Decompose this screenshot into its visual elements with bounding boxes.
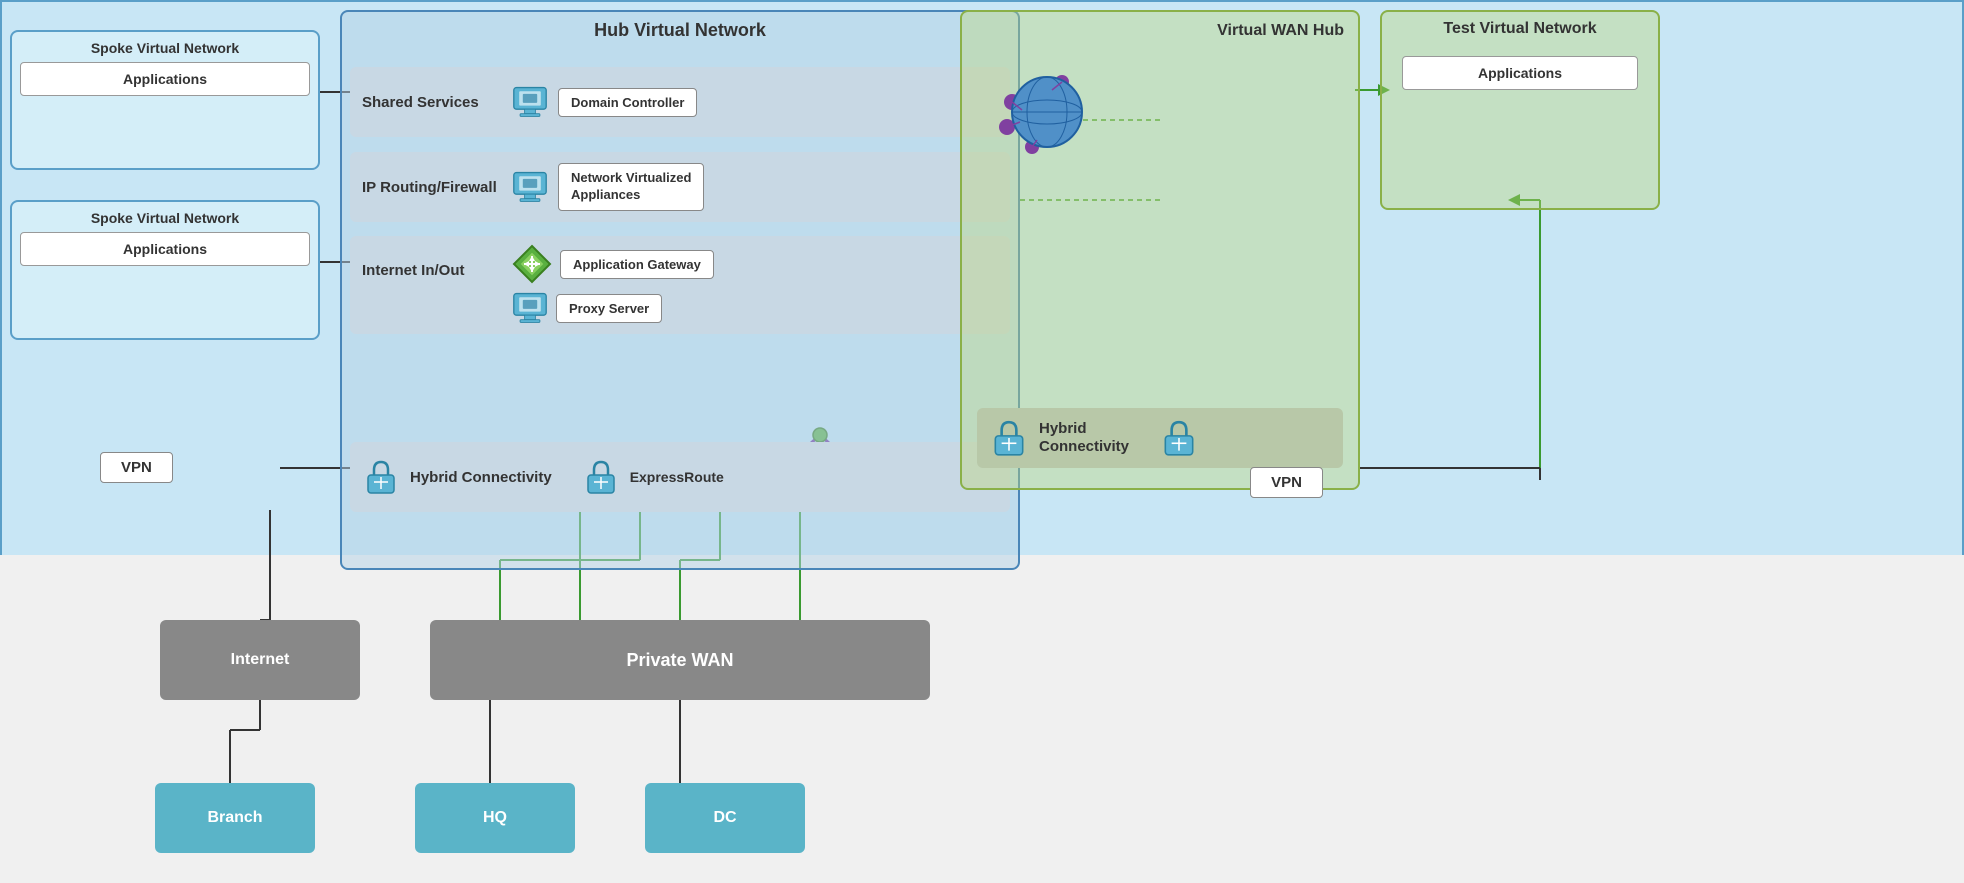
vpn-box-left: VPN <box>100 452 173 483</box>
monitor-icon-1 <box>512 84 548 120</box>
hq-node: HQ <box>415 783 575 853</box>
monitor-icon-3 <box>512 290 548 326</box>
lock-icon-hub <box>362 458 400 496</box>
wan-hybrid-label: HybridConnectivity <box>1039 420 1129 456</box>
spoke-vnet-2: Spoke Virtual Network Applications <box>10 200 320 340</box>
shared-services-label: Shared Services <box>362 94 502 111</box>
monitor-icon-2 <box>512 169 548 205</box>
internet-box: Internet <box>160 620 360 700</box>
spoke-vnet-1-app: Applications <box>20 62 310 96</box>
hub-row-hybrid: Hybrid Connectivity ExpressRoute <box>350 442 1010 512</box>
vpn-box-wan: VPN <box>1250 467 1323 498</box>
nva-text: Network VirtualizedAppliances <box>571 170 691 204</box>
wan-hybrid-row: HybridConnectivity VPN <box>977 408 1343 468</box>
application-gateway-box: Application Gateway <box>560 250 714 279</box>
test-vnet-title: Test Virtual Network <box>1382 12 1658 46</box>
dc-node: DC <box>645 783 805 853</box>
test-vnet-app-box: Applications <box>1402 56 1638 90</box>
ip-routing-label: IP Routing/Firewall <box>362 179 502 196</box>
expressroute-icon <box>582 458 620 496</box>
spoke-vnet-1-title: Spoke Virtual Network <box>20 40 310 56</box>
private-wan-box: Private WAN <box>430 620 930 700</box>
hub-row-internet-inout: Internet In/Out Application <box>350 236 1010 334</box>
hub-hybrid-label: Hybrid Connectivity <box>410 469 552 486</box>
branch-node: Branch <box>155 783 315 853</box>
globe-icon <box>992 62 1092 162</box>
wan-hub: Virtual WAN Hub <box>960 10 1360 490</box>
hub-vnet: Hub Virtual Network Shared Services Doma… <box>340 10 1020 570</box>
spoke-vnet-1: Spoke Virtual Network Applications <box>10 30 320 170</box>
network-virtualized-box: Network VirtualizedAppliances <box>558 163 704 211</box>
diamond-icon <box>512 244 552 284</box>
hub-vnet-title: Hub Virtual Network <box>342 12 1018 49</box>
hub-row-shared-services: Shared Services Domain Controller <box>350 67 1010 137</box>
proxy-server-box: Proxy Server <box>556 294 662 323</box>
domain-controller-box: Domain Controller <box>558 88 697 117</box>
hub-row-ip-routing: IP Routing/Firewall Network VirtualizedA… <box>350 152 1010 222</box>
spoke-vnet-2-app: Applications <box>20 232 310 266</box>
test-vnet-app: Applications <box>1402 56 1638 90</box>
globe-icon-container <box>992 62 1092 167</box>
expressroute-label: ExpressRoute <box>630 469 724 485</box>
internet-inout-label: Internet In/Out <box>362 244 502 279</box>
wan-hub-title: Virtual WAN Hub <box>962 12 1358 40</box>
lock-icon-wan-2 <box>1159 418 1199 458</box>
spoke-vnet-2-title: Spoke Virtual Network <box>20 210 310 226</box>
lock-icon-wan-1 <box>989 418 1029 458</box>
test-vnet: Test Virtual Network Applications <box>1380 10 1660 210</box>
